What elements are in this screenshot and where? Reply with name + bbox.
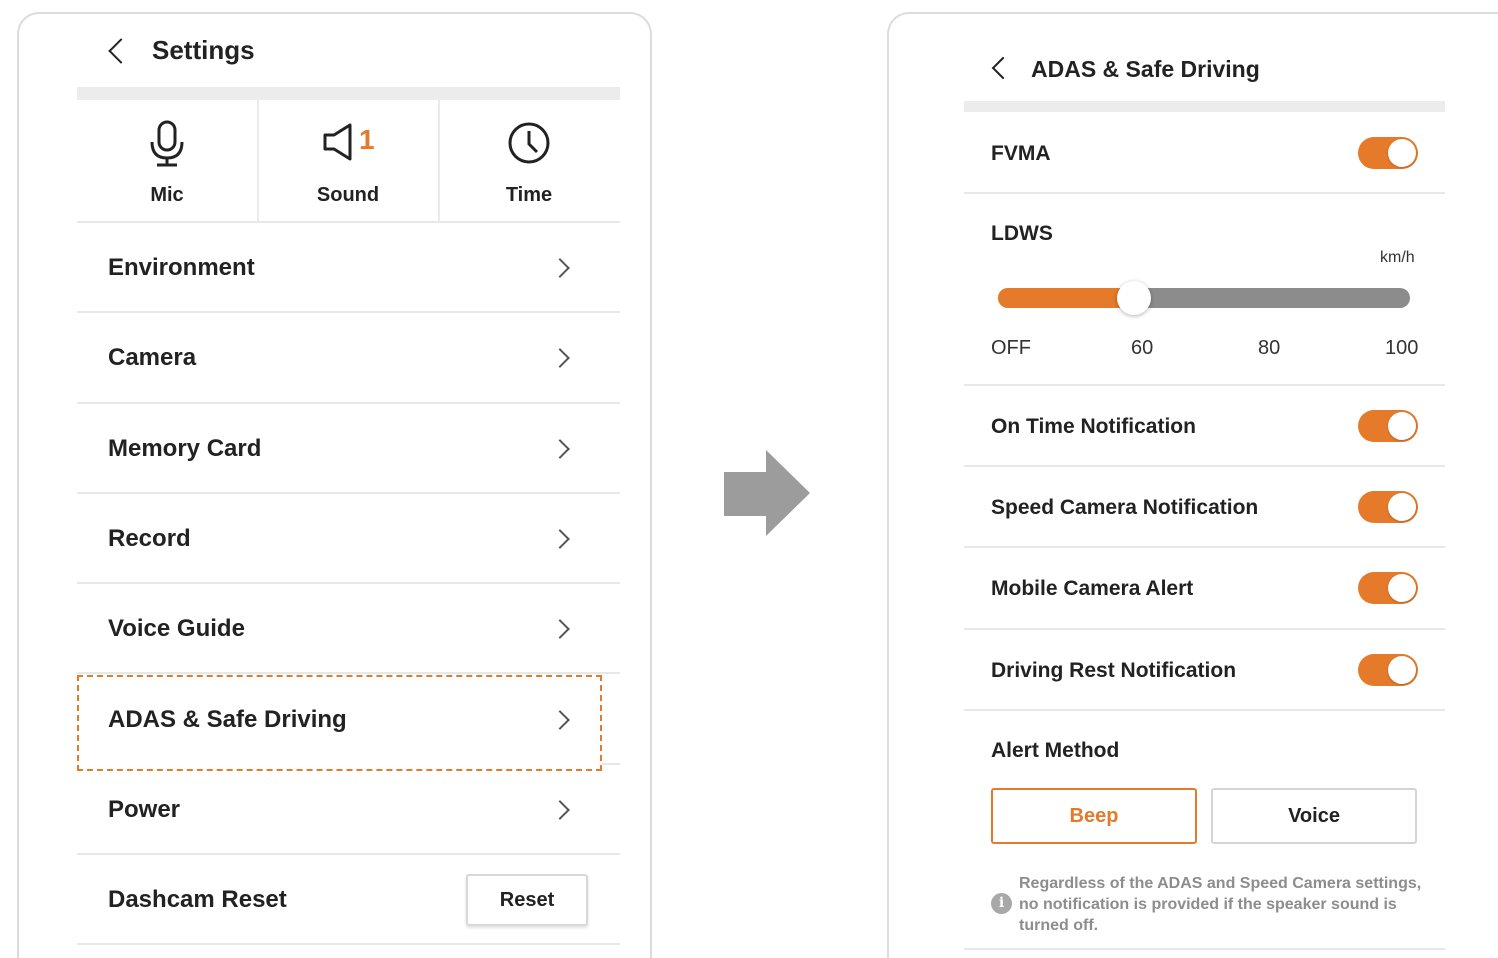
highlight-box xyxy=(77,675,602,771)
divider xyxy=(964,546,1445,548)
quick-mic-label: Mic xyxy=(150,184,184,206)
mobile-camera-alert-label: Mobile Camera Alert xyxy=(991,577,1194,600)
quick-time-label: Time xyxy=(505,184,553,206)
menu-item-label: Memory Card xyxy=(108,435,262,462)
toggle-knob xyxy=(1388,412,1416,440)
mobile-camera-alert-toggle[interactable] xyxy=(1358,572,1418,604)
adas-title: ADAS & Safe Driving xyxy=(1031,56,1260,82)
menu-item-label: Record xyxy=(108,525,191,552)
settings-title: Settings xyxy=(152,35,255,65)
speed-camera-notification-label: Speed Camera Notification xyxy=(991,496,1259,519)
menu-item-label: Environment xyxy=(108,254,255,281)
ldws-tick: 100 xyxy=(1385,337,1419,359)
ldws-tick: 80 xyxy=(1258,337,1281,359)
voice-option-button[interactable]: Voice xyxy=(1211,788,1417,844)
toggle-knob xyxy=(1388,574,1416,602)
chevron-right-icon xyxy=(550,619,570,639)
sound-level-badge: 1 xyxy=(359,124,375,155)
on-time-notification-label: On Time Notification xyxy=(991,415,1196,438)
alert-method-label: Alert Method xyxy=(991,739,1120,762)
mic-icon xyxy=(150,120,184,167)
chevron-right-icon xyxy=(550,258,570,278)
menu-item-record[interactable]: Record xyxy=(77,494,620,584)
quick-mic[interactable]: Mic xyxy=(77,100,257,222)
menu-item-label: Power xyxy=(108,796,181,823)
divider xyxy=(964,948,1445,950)
reset-button[interactable]: Reset xyxy=(466,874,588,926)
driving-rest-notification-toggle[interactable] xyxy=(1358,654,1418,686)
info-icon: i xyxy=(991,893,1012,914)
ldws-slider-handle[interactable] xyxy=(1116,281,1151,315)
ldws-tick: 60 xyxy=(1131,337,1154,359)
fvma-toggle[interactable] xyxy=(1358,137,1418,169)
chevron-right-icon xyxy=(550,800,570,820)
ldws-unit: km/h xyxy=(1380,249,1415,266)
ldws-label: LDWS xyxy=(991,222,1053,245)
ldws-slider-fill xyxy=(998,288,1134,308)
quick-sound-label: Sound xyxy=(316,184,380,206)
arrow-right-icon xyxy=(724,450,810,536)
menu-item-memory-card[interactable]: Memory Card xyxy=(77,404,620,494)
menu-item-camera[interactable]: Camera xyxy=(77,313,620,403)
speed-camera-notification-toggle[interactable] xyxy=(1358,491,1418,523)
dashcam-reset-label: Dashcam Reset xyxy=(108,886,287,913)
quick-sound[interactable]: 1 Sound xyxy=(258,100,438,222)
divider xyxy=(964,192,1445,194)
divider xyxy=(77,672,620,674)
chevron-right-icon xyxy=(550,529,570,549)
ldws-tick: OFF xyxy=(991,337,1031,359)
header-divider xyxy=(77,87,620,100)
header-divider xyxy=(964,101,1445,112)
clock-icon xyxy=(508,122,550,164)
speaker-off-note: Regardless of the ADAS and Speed Camera … xyxy=(1019,875,1422,934)
driving-rest-notification-label: Driving Rest Notification xyxy=(991,659,1237,682)
divider xyxy=(964,465,1445,467)
quick-time[interactable]: Time xyxy=(439,100,619,222)
divider xyxy=(77,943,620,945)
menu-item-label: Camera xyxy=(108,344,197,371)
on-time-notification-toggle[interactable] xyxy=(1358,410,1418,442)
chevron-right-icon xyxy=(550,439,570,459)
divider xyxy=(964,709,1445,711)
divider xyxy=(964,384,1445,386)
toggle-knob xyxy=(1388,493,1416,521)
menu-item-power[interactable]: Power xyxy=(77,765,620,855)
toggle-knob xyxy=(1388,139,1416,167)
toggle-knob xyxy=(1388,656,1416,684)
menu-item-voice-guide[interactable]: Voice Guide xyxy=(77,584,620,674)
fvma-label: FVMA xyxy=(991,142,1051,165)
speaker-icon xyxy=(323,123,352,161)
chevron-right-icon xyxy=(550,348,570,368)
menu-item-environment[interactable]: Environment xyxy=(77,223,620,313)
beep-option-button[interactable]: Beep xyxy=(991,788,1197,844)
divider xyxy=(964,628,1445,630)
menu-item-label: Voice Guide xyxy=(108,615,245,642)
